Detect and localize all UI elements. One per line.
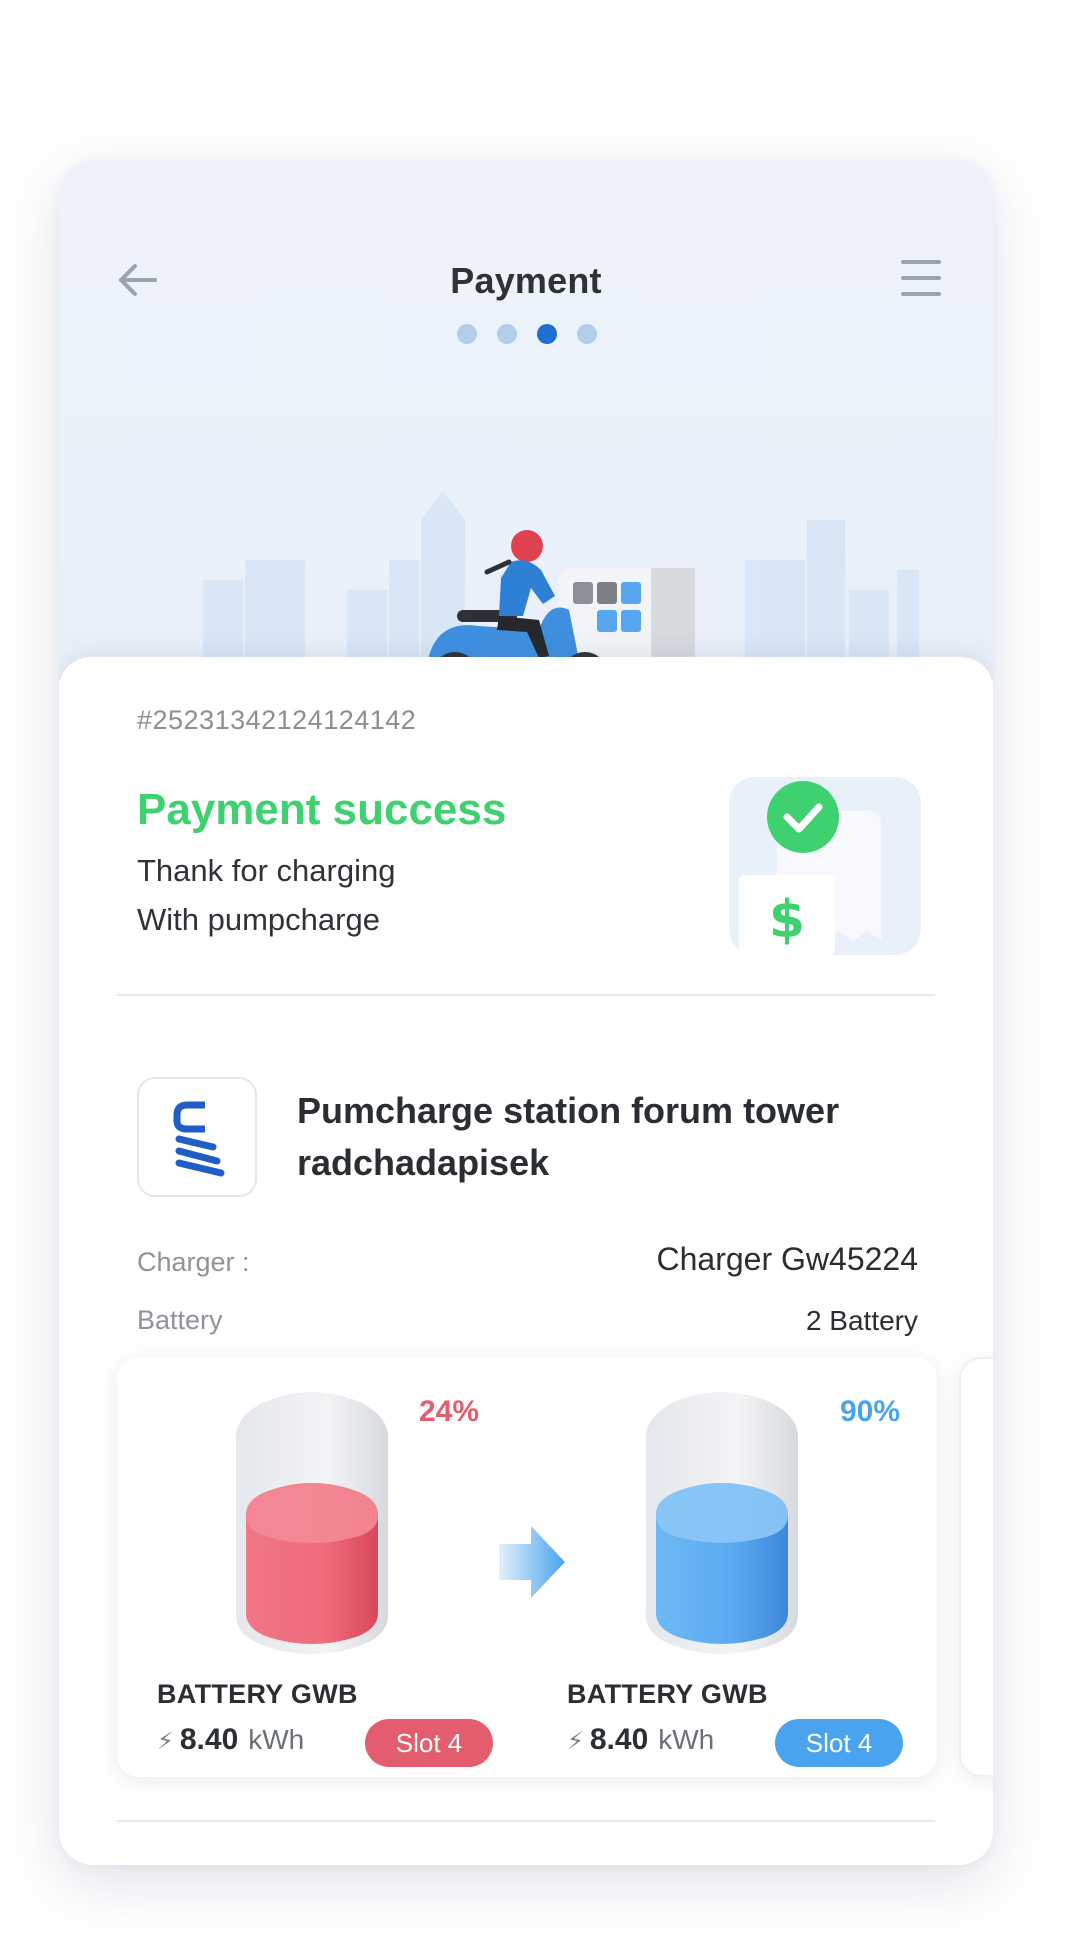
hero-header: Payment [59,160,993,700]
svg-text:$: $ [769,890,805,950]
charger-label: Charger : [137,1247,250,1277]
pumpcharge-logo-icon [173,1101,225,1177]
step-dot [497,324,517,344]
battery-in-slot-badge: Slot 4 [775,1719,903,1767]
charger-value: Charger Gw45224 [656,1241,918,1277]
battery-in-percent: 90% [840,1395,901,1428]
step-dot [577,324,597,344]
battery-full-icon [646,1392,798,1654]
battery-out-kwh-value: 8.40 [179,1723,239,1756]
battery-swap-card[interactable]: 24% BATTERY GWB ⚡ 8.40 kWh Slot 4 90% BA… [117,1357,937,1777]
menu-button[interactable] [895,252,947,304]
battery-out: 24% BATTERY GWB ⚡ 8.40 kWh Slot 4 [117,1357,527,1777]
battery-out-kwh-unit: kWh [248,1724,305,1755]
thanks-message-brand: With pumpcharge [137,902,380,937]
lightning-bolt-icon: ⚡ [567,1728,584,1755]
receipt-check-icon: $ [729,777,921,955]
section-divider [117,994,935,996]
order-id: #25231342124124142 [137,705,417,735]
payment-status-title: Payment success [137,785,507,834]
step-dot-active [537,324,557,344]
battery-in-kwh-value: 8.40 [589,1723,649,1756]
payment-result-card: #25231342124124142 Payment success Thank… [59,657,993,1865]
station-logo [137,1077,257,1197]
battery-in-energy: ⚡ 8.40 kWh [567,1723,714,1757]
section-divider [117,1820,935,1822]
payment-screen: Payment #25231342124124142 Payment succe… [59,160,993,1865]
thanks-message: Thank for charging [137,853,396,888]
step-dot [457,324,477,344]
battery-in: 90% BATTERY GWB ⚡ 8.40 kWh Slot 4 [527,1357,937,1777]
battery-low-icon [236,1392,388,1654]
battery-in-name: BATTERY GWB [567,1679,768,1709]
lightning-bolt-icon: ⚡ [157,1728,174,1755]
battery-out-percent: 24% [419,1395,480,1428]
battery-out-energy: ⚡ 8.40 kWh [157,1723,304,1757]
hamburger-menu-icon [901,260,941,296]
station-name: Pumcharge station forum tower radchadapi… [297,1090,840,1183]
battery-label: Battery [137,1305,223,1335]
battery-out-name: BATTERY GWB [157,1679,358,1709]
step-indicator [457,324,597,344]
next-battery-card[interactable] [959,1357,993,1777]
battery-out-slot-badge: Slot 4 [365,1719,493,1767]
page-title: Payment [450,260,602,301]
battery-count: 2 Battery [805,1305,918,1336]
battery-in-kwh-unit: kWh [658,1724,715,1755]
